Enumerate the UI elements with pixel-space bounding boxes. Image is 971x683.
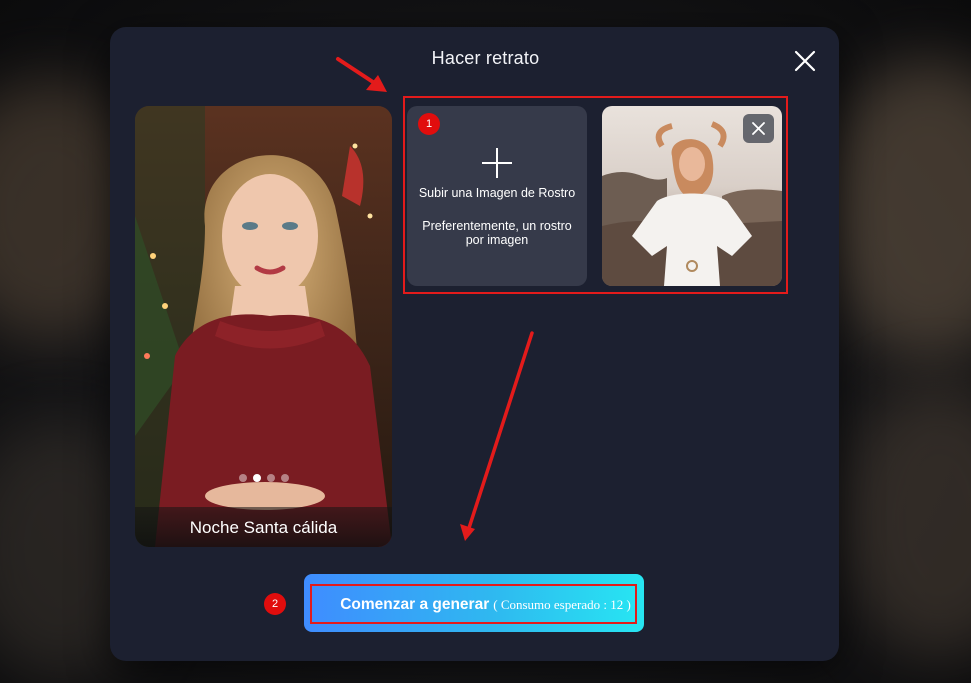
annotation-badge-2: 2: [264, 593, 286, 615]
carousel-dots: [135, 469, 392, 487]
modal-title: Hacer retrato: [431, 48, 540, 68]
generate-button-label[interactable]: Comenzar a generar( Consumo esperado : 1…: [0, 596, 971, 614]
remove-photo-button[interactable]: [743, 114, 774, 143]
generate-consumption: ( Consumo esperado : 12 ): [493, 597, 631, 612]
close-icon: [794, 50, 816, 72]
upload-hint: Preferentemente, un rostro por imagen: [422, 219, 572, 247]
carousel-dot[interactable]: [280, 474, 289, 482]
carousel-dot[interactable]: [266, 474, 275, 482]
close-icon: [752, 122, 765, 135]
generate-label: Comenzar a generar: [340, 596, 490, 613]
template-caption: Noche Santa cálida: [189, 518, 338, 537]
plus-icon: [482, 148, 512, 178]
carousel-dot[interactable]: [238, 474, 247, 482]
close-button[interactable]: [793, 49, 817, 73]
annotation-badge-1: 1: [418, 113, 440, 135]
template-preview[interactable]: Noche Santa cálida: [135, 106, 392, 547]
upload-title: Subir una Imagen de Rostro: [418, 186, 576, 200]
carousel-dot-active[interactable]: [252, 474, 261, 482]
